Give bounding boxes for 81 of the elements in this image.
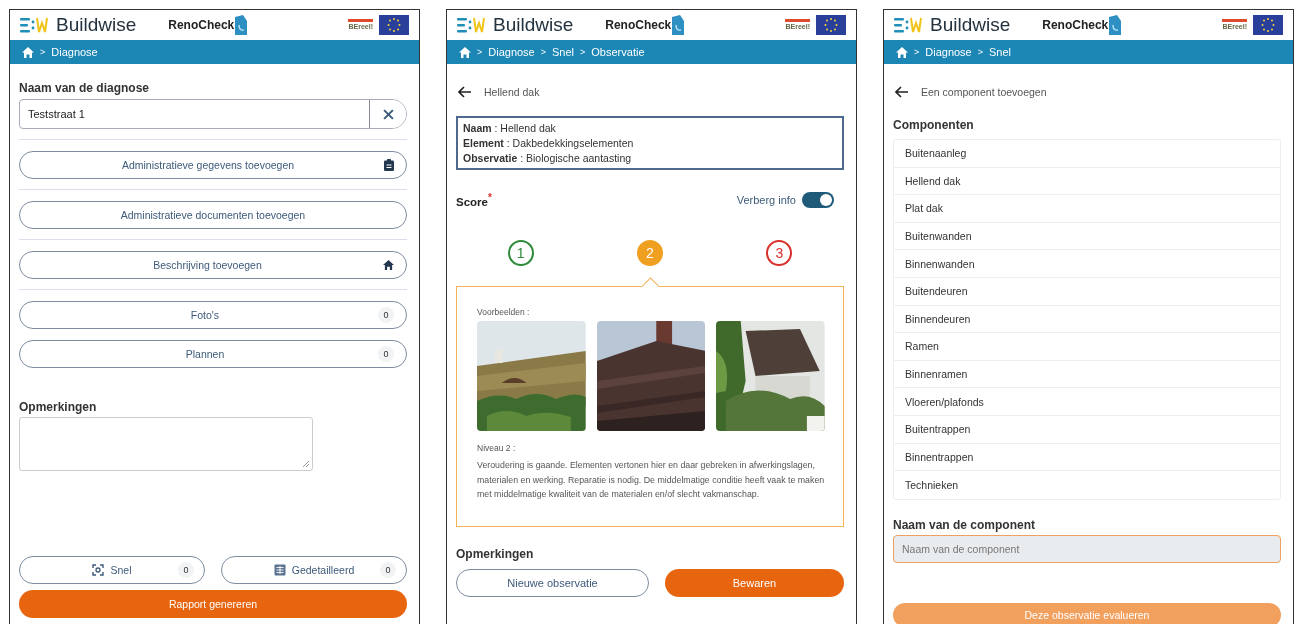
flag-icon — [379, 15, 409, 35]
score-option[interactable]: 3 — [766, 240, 793, 266]
examples-label: Voorbeelden : — [477, 307, 531, 317]
mode-button[interactable]: Snel 0 — [19, 556, 205, 584]
logo-icon — [20, 15, 50, 35]
breadcrumb-separator: > — [540, 47, 546, 57]
field-label: Opmerkingen — [456, 546, 535, 561]
component-item[interactable]: Plat dak — [894, 195, 1280, 223]
action-button[interactable]: Foto's 0 — [19, 301, 407, 329]
field-label: Naam van de component — [893, 517, 1037, 532]
new-observation-button[interactable]: Nieuwe observatie — [456, 568, 649, 597]
flag-icon — [1253, 15, 1283, 35]
home-icon[interactable] — [22, 46, 34, 58]
action-button[interactable]: Beschrijving toevoegen — [19, 251, 407, 279]
level-title: Niveau 2 : — [477, 443, 517, 453]
breadcrumb-link[interactable]: Observatie — [591, 46, 645, 58]
breadcrumb-separator: > — [477, 47, 483, 57]
breadcrumb-separator: > — [914, 47, 920, 57]
component-item[interactable]: Technieken — [894, 471, 1280, 499]
component-item[interactable]: Binnenwanden — [894, 250, 1280, 278]
field-label: Opmerkingen — [19, 400, 98, 414]
breadcrumb-separator: > — [580, 47, 586, 57]
flag-icon — [816, 15, 846, 35]
brand-name: Buildwise — [56, 14, 137, 36]
action-button[interactable]: Plannen 0 — [19, 340, 407, 368]
clear-button[interactable] — [369, 100, 406, 128]
app-name: RenoCheck — [605, 18, 672, 32]
back-arrow-icon[interactable] — [895, 86, 909, 98]
toggle-switch[interactable] — [802, 192, 834, 208]
name-field[interactable]: Teststraat 1 — [19, 99, 407, 129]
field-label: Naam van de diagnose — [19, 81, 151, 95]
component-item[interactable]: Binnendeuren — [894, 305, 1280, 334]
component-item[interactable]: Buitenaanleg — [894, 140, 1280, 168]
page-title: Hellend dak — [484, 86, 540, 98]
info-line: Observatie : Biologische aantasting — [463, 152, 633, 164]
tag-icon — [1109, 15, 1122, 35]
mode-button[interactable]: Gedetailleerd 0 — [221, 556, 407, 584]
breadcrumb-link[interactable]: Diagnose — [925, 46, 972, 58]
component-item[interactable]: Buitentrappen — [894, 415, 1280, 444]
home-icon[interactable] — [896, 46, 908, 58]
logo-icon — [457, 15, 487, 35]
breadcrumb-link[interactable]: Diagnose — [51, 46, 98, 58]
scan-icon — [92, 564, 105, 576]
component-item[interactable]: Buitenwanden — [894, 222, 1280, 251]
toggle-label: Verberg info — [736, 194, 796, 206]
component-item[interactable]: Ramen — [894, 333, 1280, 361]
close-icon — [382, 108, 394, 120]
breadcrumb-link[interactable]: Snel — [552, 46, 575, 58]
back-arrow-icon[interactable] — [458, 86, 472, 98]
home-icon — [383, 260, 394, 270]
breadcrumb-link[interactable]: Diagnose — [488, 46, 535, 58]
breadcrumb-separator: > — [40, 47, 46, 57]
resize-grip-icon[interactable] — [302, 460, 310, 468]
tag-icon — [235, 15, 248, 35]
home-icon[interactable] — [459, 46, 471, 58]
app-name: RenoCheck — [168, 18, 235, 32]
breadcrumb-link[interactable]: Snel — [989, 46, 1012, 58]
list-icon — [273, 564, 286, 576]
component-item[interactable]: Binnentrappen — [894, 443, 1280, 472]
brand-name: Buildwise — [493, 14, 574, 36]
clipboard-icon — [384, 159, 394, 171]
level-description: Veroudering is gaande. Elementen vertonen hier en daar gebreken in afwerkingslagen, materialen en werking. Reparatie is nodig. De middelmatige conditie heeft vaak te maken met middelmatige kwaliteit van de materialen en/of slecht vakmanschap. — [477, 459, 825, 501]
breadcrumb-separator: > — [977, 47, 983, 57]
component-item[interactable]: Binnenramen — [894, 360, 1280, 389]
tag-icon — [672, 15, 685, 35]
component-name-field[interactable]: Naam van de component — [893, 534, 1281, 563]
action-button[interactable]: Administratieve documenten toevoegen — [19, 201, 407, 229]
score-label: Score$^{*}$ — [456, 192, 492, 208]
score-option[interactable]: 1 — [507, 240, 534, 266]
info-line: Element : Dakbedekkingselementen — [463, 137, 635, 149]
info-line: Naam : Hellend dak — [463, 122, 557, 134]
page-title: Een component toevoegen — [921, 86, 1047, 98]
brand-name: Buildwise — [930, 14, 1011, 36]
list-title: Componenten — [893, 118, 975, 132]
component-item[interactable]: Vloeren/plafonds — [894, 388, 1280, 416]
logo-icon — [894, 15, 924, 35]
remarks-field[interactable] — [19, 417, 313, 471]
app-name: RenoCheck — [1042, 18, 1109, 32]
component-item[interactable]: Hellend dak — [894, 167, 1280, 196]
component-item[interactable]: Buitendeuren — [894, 277, 1280, 306]
action-button[interactable]: Administratieve gegevens toevoegen — [19, 151, 407, 179]
